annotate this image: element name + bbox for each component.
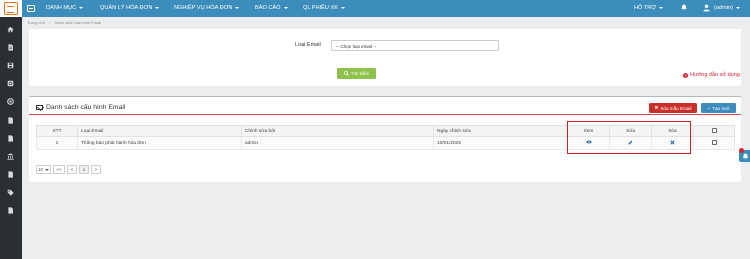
file-icon[interactable] xyxy=(7,135,14,142)
nav-bao-cao[interactable]: BÁO CÁO xyxy=(255,5,288,11)
file-icon[interactable] xyxy=(7,207,14,214)
save-icon[interactable] xyxy=(7,62,14,69)
email-type-select[interactable]: -- Chọn loại email -- xyxy=(331,40,499,51)
breadcrumb-current: Danh sách cấu hình Email xyxy=(54,20,102,25)
row-checkbox[interactable] xyxy=(711,139,717,145)
user-guide-link[interactable]: ? Hướng dẫn sử dụng xyxy=(683,72,740,78)
filter-panel xyxy=(29,29,741,86)
chevron-down-icon xyxy=(283,6,288,9)
nav-quan-ly-hoa-don[interactable]: QUẢN LÝ HÓA ĐƠN xyxy=(100,5,160,11)
nav-danh-muc[interactable]: DANH MỤC xyxy=(46,5,84,11)
document-icon[interactable] xyxy=(7,44,14,51)
page-size-select[interactable]: 10 xyxy=(36,165,51,174)
plus-icon: + xyxy=(707,105,711,111)
chevron-down-icon xyxy=(235,6,240,9)
question-icon: ? xyxy=(683,72,688,78)
select-all-checkbox[interactable] xyxy=(711,127,717,133)
home-icon[interactable] xyxy=(7,26,14,33)
breadcrumb: Trang chủ › Danh sách cấu hình Email xyxy=(27,20,104,25)
top-navbar: DANH MỤC QUẢN LÝ HÓA ĐƠN NGHIỆP VỤ HÓA Đ… xyxy=(0,0,750,17)
sidebar xyxy=(0,17,22,259)
delete-email-template-button[interactable]: ✖ Xóa mẫu Email xyxy=(649,103,697,113)
row-select-cell xyxy=(693,136,735,150)
breadcrumb-separator: › xyxy=(49,20,51,25)
user-menu[interactable]: (admin) xyxy=(714,5,740,11)
row-email-type: Thông báo phát hành hóa đơn xyxy=(77,136,242,150)
chevron-down-icon xyxy=(735,6,740,9)
create-new-button[interactable]: + Tạo mới xyxy=(701,103,736,113)
file-icon[interactable] xyxy=(7,171,14,178)
row-edited-by: admin xyxy=(241,136,434,150)
email-type-label: Loại Email xyxy=(295,42,321,48)
breadcrumb-home[interactable]: Trang chủ xyxy=(27,20,45,25)
column-header-edited-date[interactable]: Ngày chỉnh sửa xyxy=(433,125,568,137)
bell-icon xyxy=(742,153,748,160)
divider xyxy=(29,114,741,115)
notification-button[interactable] xyxy=(739,148,750,162)
list-title: Danh sách cấu hình Email xyxy=(36,104,125,111)
chevron-down-icon xyxy=(340,6,345,9)
select-all-cell xyxy=(693,125,735,137)
row-edited-date: 10/01/2025 xyxy=(433,136,568,150)
refresh-icon[interactable] xyxy=(7,80,14,87)
chevron-down-icon xyxy=(659,6,664,9)
user-icon[interactable] xyxy=(703,4,710,12)
bank-icon[interactable] xyxy=(7,153,14,160)
close-icon: ✖ xyxy=(654,105,659,110)
column-header-edited-by[interactable]: Chỉnh sửa bởi xyxy=(241,125,434,137)
nav-ho-tro[interactable]: HỖ TRỢ xyxy=(634,5,664,11)
menu-toggle-icon[interactable] xyxy=(27,5,35,12)
notification-badge xyxy=(739,148,744,153)
search-button[interactable]: Tìm kiếm xyxy=(337,68,376,79)
action-columns-highlight xyxy=(567,121,691,154)
column-header-email-type[interactable]: Loại Email xyxy=(77,125,242,137)
next-page-button[interactable]: > xyxy=(91,165,101,174)
support-icon[interactable] xyxy=(7,98,14,105)
current-page-button[interactable]: 1 xyxy=(79,165,89,174)
nav-ql-phieu-xk[interactable]: QL PHIẾU XK xyxy=(303,5,345,11)
file-icon[interactable] xyxy=(7,117,14,124)
row-stt: 1 xyxy=(36,136,78,150)
envelope-icon xyxy=(36,105,43,110)
prev-page-button[interactable]: < xyxy=(67,165,77,174)
pagination: 10 << < 1 > xyxy=(36,165,101,174)
bell-icon[interactable] xyxy=(681,4,687,11)
tag-icon[interactable] xyxy=(7,189,14,196)
chevron-down-icon xyxy=(79,6,84,9)
search-icon xyxy=(343,71,349,76)
first-page-button[interactable]: << xyxy=(53,165,65,174)
chevron-down-icon xyxy=(155,6,160,9)
chevron-down-icon xyxy=(45,168,49,171)
column-header-stt[interactable]: STT xyxy=(36,125,78,137)
app-logo[interactable] xyxy=(0,0,22,17)
nav-nghiep-vu-hoa-don[interactable]: NGHIỆP VỤ HÓA ĐƠN xyxy=(174,5,240,11)
